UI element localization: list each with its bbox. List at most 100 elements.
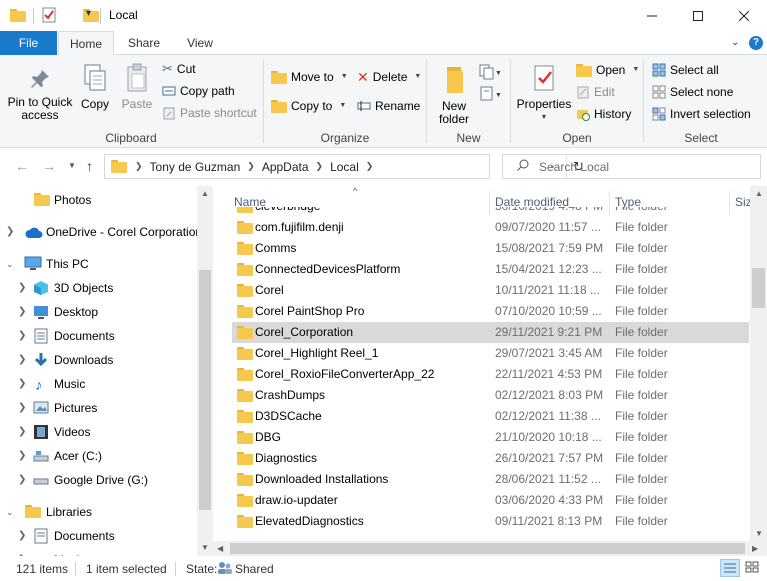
table-row[interactable]: Corel PaintShop Pro 07/10/2020 10:59 ... F… bbox=[232, 301, 749, 322]
table-row[interactable]: Downloaded Installations 28/06/2021 11:52… bbox=[232, 469, 749, 490]
folder-icon bbox=[237, 410, 253, 423]
nav-item-label: Pictures bbox=[54, 401, 98, 415]
up-arrow-icon[interactable]: ↑ bbox=[86, 158, 93, 174]
properties-quick-icon[interactable] bbox=[41, 7, 57, 23]
chevron-right-icon: ❯ bbox=[6, 226, 15, 237]
move-to-button[interactable]: Move to ▼ bbox=[271, 67, 348, 87]
select-all-button[interactable]: Select all bbox=[652, 60, 719, 80]
scroll-up-icon[interactable]: ▲ bbox=[201, 189, 209, 198]
back-arrow-icon[interactable]: ← bbox=[15, 158, 29, 174]
nav-item-documents[interactable]: ❯ Documents bbox=[0, 324, 197, 348]
rename-button[interactable]: Rename bbox=[357, 96, 420, 116]
nav-item-3d-objects[interactable]: ❯ 3D Objects bbox=[0, 276, 197, 300]
breadcrumb-segment[interactable]: AppData bbox=[262, 160, 309, 174]
tab-view[interactable]: View bbox=[176, 31, 224, 55]
invert-selection-button[interactable]: Invert selection bbox=[652, 104, 751, 124]
large-icons-view-icon[interactable] bbox=[743, 559, 763, 577]
nav-item-music[interactable]: ❯ ♪ Music bbox=[0, 372, 197, 396]
nav-item-downloads[interactable]: ❯ Downloads bbox=[0, 348, 197, 372]
copy-path-button[interactable]: Copy path bbox=[162, 81, 235, 101]
scroll-down-icon[interactable]: ▼ bbox=[201, 543, 209, 552]
file-date: 28/06/2021 11:52 ... bbox=[495, 472, 601, 486]
customize-toolbar-icon[interactable]: ▾ bbox=[86, 8, 91, 19]
nav-item-library-documents[interactable]: ❯ Documents bbox=[0, 524, 197, 548]
help-icon[interactable]: ? bbox=[749, 36, 763, 50]
address-bar[interactable]: ❯ Tony de Guzman ❯ AppData ❯ Local ❯ ⌄ ↻ bbox=[104, 154, 584, 179]
table-row[interactable]: ConnectedDevicesPlatform 15/04/2021 12:23… bbox=[232, 259, 749, 280]
scrollbar-thumb[interactable] bbox=[230, 543, 745, 554]
paste-shortcut-button[interactable]: Paste shortcut bbox=[162, 103, 257, 123]
easy-access-button[interactable]: ▼ bbox=[478, 85, 502, 106]
cut-button[interactable]: ✂ Cut bbox=[162, 59, 196, 79]
nav-item-this-pc[interactable]: ⌄ This PC bbox=[0, 252, 197, 276]
breadcrumb-segment[interactable]: Tony de Guzman bbox=[150, 160, 241, 174]
horizontal-scrollbar[interactable]: ◀ ▶ bbox=[213, 541, 767, 556]
table-row[interactable]: D3DSCache 02/12/2021 11:38 ... File folder bbox=[232, 406, 749, 427]
tab-file[interactable]: File bbox=[0, 31, 57, 55]
table-row[interactable]: Corel_RoxioFileConverterApp_22 22/11/2021… bbox=[232, 364, 749, 385]
table-row[interactable]: ElevatedDiagnostics 09/11/2021 8:13 PM Fil… bbox=[232, 511, 749, 532]
pin-to-quick-access-button[interactable]: Pin to Quick access bbox=[4, 67, 76, 122]
copy-button[interactable]: Copy bbox=[78, 63, 112, 111]
scroll-right-icon[interactable]: ▶ bbox=[752, 544, 758, 553]
nav-item-acer-drive[interactable]: ❯ Acer (C:) bbox=[0, 444, 197, 468]
nav-item-onedrive[interactable]: ❯ OneDrive - Corel Corporation bbox=[0, 220, 202, 244]
scrollbar-thumb[interactable] bbox=[199, 270, 211, 510]
forward-arrow-icon[interactable]: → bbox=[42, 158, 56, 174]
table-row[interactable]: Diagnostics 26/10/2021 7:57 PM File folder bbox=[232, 448, 749, 469]
scrollbar-thumb[interactable] bbox=[752, 268, 765, 308]
new-item-button[interactable]: ▼ bbox=[478, 63, 502, 84]
breadcrumb-segment[interactable]: Local bbox=[330, 160, 359, 174]
folder-icon bbox=[237, 368, 253, 381]
new-folder-button[interactable]: New folder bbox=[432, 65, 476, 126]
table-row[interactable]: draw.io-updater 03/06/2020 4:33 PM File fo… bbox=[232, 490, 749, 511]
selection-count: 1 item selected bbox=[86, 562, 167, 576]
file-name: Corel PaintShop Pro bbox=[255, 304, 365, 318]
table-row[interactable]: Corel 10/11/2021 11:18 ... File folder bbox=[232, 280, 749, 301]
table-row[interactable]: Comms 15/08/2021 7:59 PM File folder bbox=[232, 238, 749, 259]
maximize-icon[interactable] bbox=[675, 0, 721, 31]
scroll-left-icon[interactable]: ◀ bbox=[217, 544, 223, 553]
table-row[interactable]: cleverbridge 30/10/2019 4:48 PM File folde… bbox=[232, 207, 749, 217]
properties-button[interactable]: Properties ▼ bbox=[514, 63, 574, 124]
nav-item-pictures[interactable]: ❯ Pictures bbox=[0, 396, 197, 420]
close-icon[interactable] bbox=[721, 0, 767, 31]
folder-icon bbox=[237, 263, 253, 276]
scroll-down-icon[interactable]: ▼ bbox=[755, 529, 763, 538]
table-row[interactable]: Corel_Corporation 29/11/2021 9:21 PM File … bbox=[232, 322, 749, 343]
scroll-up-icon[interactable]: ▲ bbox=[755, 189, 763, 198]
nav-item-desktop[interactable]: ❯ Desktop bbox=[0, 300, 197, 324]
collapse-ribbon-icon[interactable]: ⌄ bbox=[731, 37, 739, 48]
libraries-icon bbox=[25, 505, 41, 518]
nav-item-photos[interactable]: Photos bbox=[0, 188, 197, 212]
nav-item-library-music[interactable]: ❯ ♪ Music bbox=[0, 548, 197, 556]
minimize-icon[interactable] bbox=[629, 0, 675, 31]
table-row[interactable]: Corel_Highlight Reel_1 29/07/2021 3:45 AM… bbox=[232, 343, 749, 364]
file-name: Downloaded Installations bbox=[255, 472, 389, 486]
paste-button[interactable]: Paste bbox=[118, 63, 156, 111]
recent-locations-icon[interactable]: ▼ bbox=[68, 161, 76, 170]
nav-item-google-drive[interactable]: ❯ Google Drive (G:) bbox=[0, 468, 197, 492]
nav-pane-scrollbar[interactable]: ▲ ▼ bbox=[197, 186, 213, 556]
copy-to-button[interactable]: Copy to ▼ bbox=[271, 96, 346, 116]
chevron-down-icon: ⌄ bbox=[6, 507, 14, 517]
file-list-scrollbar[interactable]: ▲ ▼ bbox=[750, 186, 767, 541]
file-date: 29/07/2021 3:45 AM bbox=[495, 346, 603, 360]
table-row[interactable]: com.fujifilm.denji 09/07/2020 11:57 ... Fi… bbox=[232, 217, 749, 238]
folder-icon bbox=[237, 389, 253, 402]
nav-item-libraries[interactable]: ⌄ Libraries bbox=[0, 500, 197, 524]
search-input[interactable]: Search Local bbox=[502, 154, 761, 179]
nav-item-videos[interactable]: ❯ Videos bbox=[0, 420, 197, 444]
edit-button[interactable]: Edit bbox=[576, 82, 615, 102]
file-date: 02/12/2021 11:38 ... bbox=[495, 409, 601, 423]
open-button[interactable]: Open ▼ bbox=[576, 60, 639, 80]
select-none-button[interactable]: Select none bbox=[652, 82, 733, 102]
table-row[interactable]: DBG 21/10/2020 10:18 ... File folder bbox=[232, 427, 749, 448]
tab-home[interactable]: Home bbox=[58, 31, 114, 56]
file-type: File folder bbox=[615, 493, 668, 507]
table-row[interactable]: CrashDumps 02/12/2021 8:03 PM File folder bbox=[232, 385, 749, 406]
tab-share[interactable]: Share bbox=[120, 31, 168, 55]
details-view-icon[interactable] bbox=[720, 559, 740, 577]
delete-button[interactable]: ✕ Delete ▼ bbox=[357, 67, 421, 87]
history-button[interactable]: History bbox=[576, 104, 631, 124]
